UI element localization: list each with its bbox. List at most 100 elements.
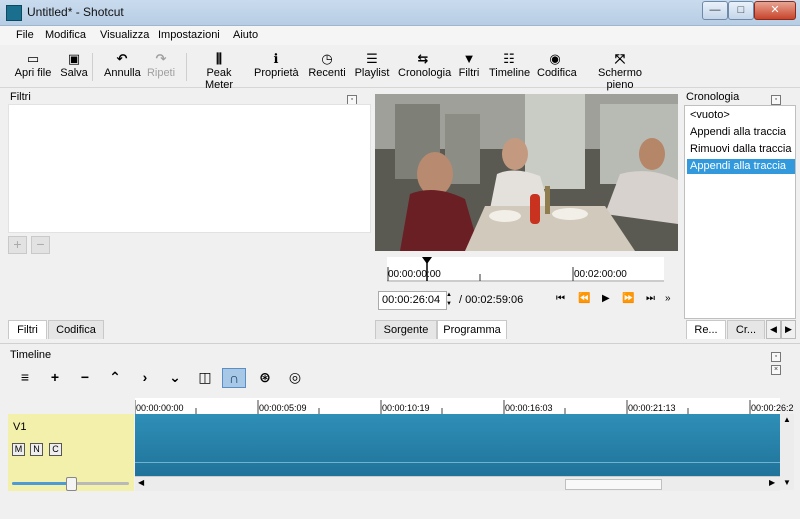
undo-icon: ↶ bbox=[116, 51, 128, 66]
timeline-ruler[interactable] bbox=[135, 398, 780, 415]
menu-visualizza[interactable]: Visualizza bbox=[100, 29, 149, 41]
annulla-button[interactable]: ↶ Annulla bbox=[104, 50, 141, 79]
split-icon[interactable]: ◫ bbox=[194, 368, 216, 386]
app-icon bbox=[6, 5, 22, 21]
playlist-button[interactable]: ☰ Playlist bbox=[353, 50, 391, 79]
maximize-button[interactable]: □ bbox=[728, 1, 754, 20]
close-icon[interactable]: × bbox=[771, 365, 781, 375]
tabs-scroll-right-button[interactable]: ▶ bbox=[781, 320, 796, 339]
history-item[interactable]: Rimuovi dalla traccia bbox=[687, 142, 795, 157]
fullscreen-icon: ⤧ bbox=[614, 51, 626, 66]
timeline-ruler-label: 00:00:21:13 bbox=[628, 403, 676, 413]
info-icon: ℹ bbox=[273, 51, 279, 66]
add-filter-button[interactable]: + bbox=[8, 236, 27, 254]
toolbar-label: Salva bbox=[60, 67, 88, 79]
peak-meter-icon: ⫼ bbox=[216, 51, 222, 66]
tabs-scroll-left-button[interactable]: ◀ bbox=[766, 320, 781, 339]
redo-icon: ↷ bbox=[155, 51, 167, 66]
scroll-up-arrow-icon[interactable]: ▲ bbox=[783, 415, 791, 424]
ripple-all-icon[interactable]: ◎ bbox=[284, 368, 306, 386]
timeline-horizontal-scrollbar[interactable]: ◀ ▶ bbox=[135, 476, 780, 491]
tab-filtri[interactable]: Filtri bbox=[8, 320, 47, 339]
timeline-clip[interactable] bbox=[135, 414, 780, 476]
save-icon: ▣ bbox=[67, 51, 81, 66]
timeline-button[interactable]: ☷ Timeline bbox=[489, 50, 530, 79]
rewind-button[interactable]: ⏪ bbox=[578, 293, 590, 304]
filtri-button[interactable]: ▼ Filtri bbox=[455, 50, 483, 79]
skip-next-button[interactable]: ⏭ bbox=[646, 293, 655, 304]
scroll-left-arrow-icon[interactable]: ◀ bbox=[138, 478, 144, 487]
more-controls-button[interactable]: » bbox=[665, 293, 671, 304]
scrollbar-thumb[interactable] bbox=[565, 479, 662, 490]
overwrite-icon[interactable]: › bbox=[134, 368, 156, 386]
timeline-dock-buttons: ▫× bbox=[770, 349, 790, 375]
skip-previous-button[interactable]: ⏮ bbox=[556, 293, 565, 304]
fast-forward-button[interactable]: ⏩ bbox=[622, 293, 634, 304]
minimize-button[interactable]: — bbox=[702, 1, 728, 20]
toolbar-separator bbox=[186, 53, 187, 81]
apri-file-button[interactable]: ▭ Apri file bbox=[12, 50, 54, 79]
codifica-button[interactable]: ◉ Codifica bbox=[537, 50, 577, 79]
timeline-ruler-label: 00:00:26:2 bbox=[751, 403, 794, 413]
toolbar-label: Schermo pieno bbox=[597, 67, 643, 91]
remove-filter-button[interactable]: − bbox=[31, 236, 50, 254]
float-icon[interactable]: ▫ bbox=[771, 352, 781, 362]
snap-icon[interactable]: ∩ bbox=[222, 368, 246, 388]
proprietà-button[interactable]: ℹ Proprietà bbox=[254, 50, 299, 79]
player-ruler-label-2min: 00:02:00:00 bbox=[574, 269, 627, 280]
schermo-pieno-button[interactable]: ⤧ Schermo pieno bbox=[586, 50, 654, 91]
tab-cronologia[interactable]: Cr... bbox=[727, 320, 765, 339]
history-icon: ⇆ bbox=[417, 51, 429, 66]
history-item-selected[interactable]: Appendi alla traccia bbox=[687, 159, 795, 174]
filter-icon: ▼ bbox=[462, 51, 476, 66]
position-timecode-input[interactable]: 00:00:26:04 bbox=[378, 291, 447, 310]
recenti-button[interactable]: ◷ Recenti bbox=[308, 50, 346, 79]
toolbar-label: Playlist bbox=[354, 67, 390, 79]
tab-recenti[interactable]: Re... bbox=[686, 320, 726, 339]
encode-icon: ◉ bbox=[549, 51, 561, 66]
composite-button[interactable]: C bbox=[49, 443, 62, 456]
filters-list[interactable] bbox=[8, 104, 371, 233]
play-button[interactable]: ▶ bbox=[602, 293, 610, 304]
history-item[interactable]: Appendi alla traccia bbox=[687, 125, 795, 140]
menu-icon[interactable]: ≡ bbox=[14, 368, 36, 386]
menu-aiuto[interactable]: Aiuto bbox=[233, 29, 258, 41]
salva-button[interactable]: ▣ Salva bbox=[58, 50, 90, 79]
peak-meter-button[interactable]: ⫼ Peak Meter bbox=[192, 50, 246, 91]
player-ruler[interactable]: 00:00:00:00 00:02:00:00 bbox=[387, 257, 664, 282]
timeline-vertical-scrollbar[interactable]: ▲ ▼ bbox=[780, 414, 794, 490]
scrub-icon[interactable]: ⊛ bbox=[254, 368, 276, 386]
cronologia-button[interactable]: ⇆ Cronologia bbox=[398, 50, 451, 79]
ripeti-button[interactable]: ↷ Ripeti bbox=[146, 50, 176, 79]
toolbar-label: Codifica bbox=[537, 67, 577, 79]
append-icon[interactable]: + bbox=[44, 368, 66, 386]
track-name: V1 bbox=[13, 421, 27, 433]
lift-icon[interactable]: ⌃ bbox=[104, 368, 126, 386]
tab-codifica[interactable]: Codifica bbox=[48, 320, 104, 339]
toolbar-label: Peak Meter bbox=[204, 67, 234, 91]
tab-sorgente[interactable]: Sorgente bbox=[375, 320, 437, 339]
scroll-right-arrow-icon[interactable]: ▶ bbox=[769, 478, 775, 487]
toolbar-label: Filtri bbox=[458, 67, 480, 79]
menu-impostazioni[interactable]: Impostazioni bbox=[158, 29, 220, 41]
mute-button[interactable]: M bbox=[12, 443, 25, 456]
window-title: Untitled* - Shotcut bbox=[27, 5, 124, 19]
tab-programma[interactable]: Programma bbox=[437, 320, 507, 339]
ripple-icon[interactable]: ⌄ bbox=[164, 368, 186, 386]
toolbar-label: Apri file bbox=[14, 67, 52, 79]
history-list[interactable]: <vuoto> Appendi alla traccia Rimuovi dal… bbox=[684, 105, 796, 319]
panel-divider[interactable] bbox=[0, 343, 800, 344]
menu-modifica[interactable]: Modifica bbox=[45, 29, 86, 41]
zoom-slider-handle[interactable] bbox=[65, 477, 77, 491]
timecode-spinner[interactable]: ▲ ▼ bbox=[445, 291, 453, 310]
hide-button[interactable]: N bbox=[30, 443, 43, 456]
filters-panel-title: Filtri bbox=[10, 91, 31, 103]
history-item[interactable]: <vuoto> bbox=[687, 108, 795, 123]
toolbar-label: Proprietà bbox=[254, 67, 299, 79]
clock-icon: ◷ bbox=[321, 51, 333, 66]
remove-icon[interactable]: − bbox=[74, 368, 96, 386]
float-icon[interactable]: ▫ bbox=[771, 95, 781, 105]
close-button[interactable]: ✕ bbox=[754, 1, 796, 20]
scroll-down-arrow-icon[interactable]: ▼ bbox=[783, 478, 791, 487]
menu-file[interactable]: File bbox=[16, 29, 34, 41]
